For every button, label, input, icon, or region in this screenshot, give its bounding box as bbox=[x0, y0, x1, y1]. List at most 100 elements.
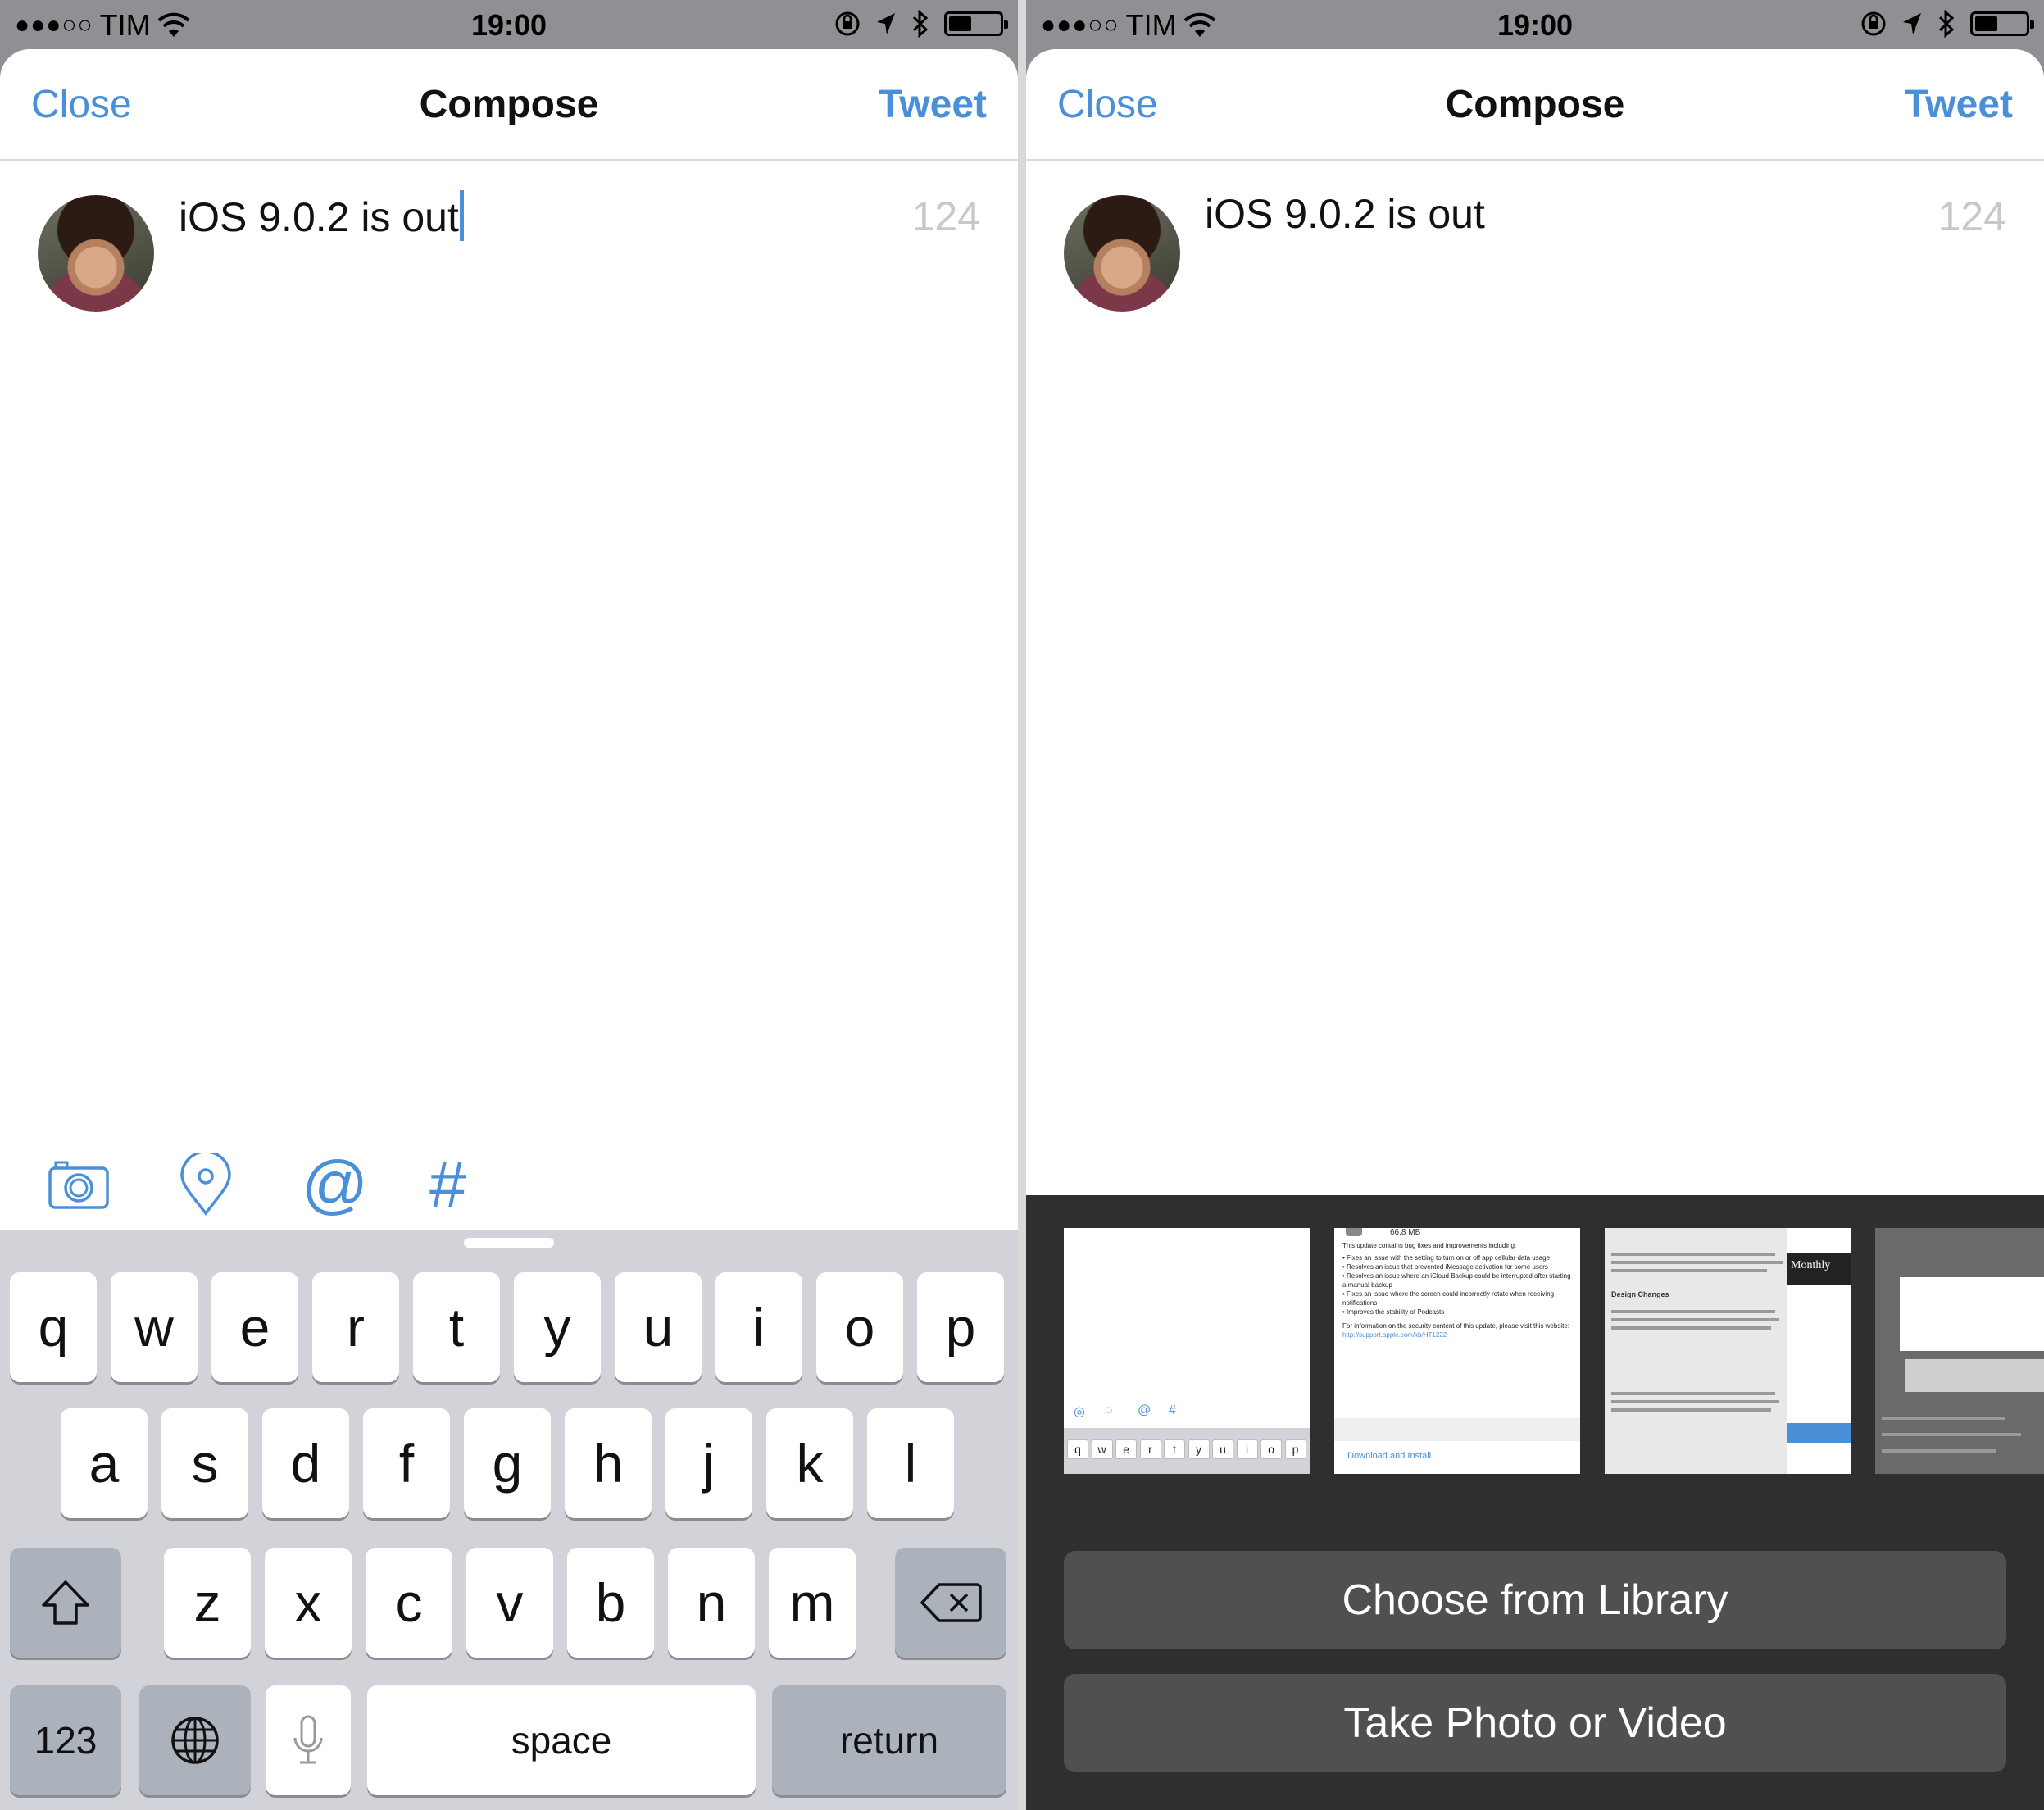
key-n[interactable]: n bbox=[668, 1548, 755, 1658]
thumb-update-bullet: • Improves the stability of Podcasts bbox=[1342, 1307, 1572, 1317]
key-d[interactable]: d bbox=[262, 1408, 349, 1518]
key-s[interactable]: s bbox=[161, 1408, 248, 1518]
thumb-key-p: p bbox=[1284, 1439, 1306, 1459]
key-c[interactable]: c bbox=[366, 1548, 452, 1658]
battery-fill bbox=[949, 16, 971, 31]
location-pin-icon: ◌ bbox=[1105, 1403, 1113, 1417]
dictation-key[interactable] bbox=[266, 1685, 351, 1795]
shift-icon bbox=[42, 1580, 89, 1625]
photo-thumbnail-2[interactable]: 66,8 MB This update contains bug fixes a… bbox=[1334, 1228, 1580, 1474]
phone-screen-left: ●●●○○ TIM 19:00 Close Compose Tweet iOS … bbox=[0, 0, 1018, 1810]
text-line bbox=[1882, 1417, 2005, 1420]
key-o[interactable]: o bbox=[816, 1272, 903, 1382]
tweet-button[interactable]: Tweet bbox=[879, 82, 987, 127]
key-l[interactable]: l bbox=[867, 1408, 954, 1518]
text-line bbox=[1611, 1400, 1779, 1403]
thumb-update-bullet-text: Fixes an issue with the setting to turn … bbox=[1347, 1254, 1551, 1262]
photo-picker-panel: ◎ ◌ @ # qwertyuiop 66,8 MB This update c… bbox=[1026, 1195, 2044, 1810]
tweet-text-input[interactable]: iOS 9.0.2 is out bbox=[1205, 190, 1485, 238]
key-w[interactable]: w bbox=[111, 1272, 198, 1382]
thumb-key-w: w bbox=[1091, 1439, 1113, 1459]
key-p[interactable]: p bbox=[917, 1272, 1004, 1382]
thumb-download-link: Download and Install bbox=[1347, 1451, 1432, 1461]
shift-key[interactable] bbox=[10, 1548, 121, 1658]
hashtag-icon[interactable]: # bbox=[429, 1148, 466, 1221]
backspace-icon bbox=[920, 1583, 982, 1622]
key-f[interactable]: f bbox=[363, 1408, 450, 1518]
text-line bbox=[1611, 1269, 1767, 1272]
text-line bbox=[1611, 1261, 1783, 1264]
key-m[interactable]: m bbox=[769, 1548, 856, 1658]
text-line bbox=[1882, 1433, 2021, 1436]
key-v[interactable]: v bbox=[466, 1548, 553, 1658]
text-line bbox=[1611, 1310, 1775, 1313]
battery-icon bbox=[1970, 11, 2034, 36]
key-y[interactable]: y bbox=[514, 1272, 601, 1382]
choose-from-library-button[interactable]: Choose from Library bbox=[1064, 1551, 2006, 1649]
avatar bbox=[38, 195, 154, 312]
bluetooth-icon bbox=[912, 10, 929, 38]
nav-bar: Close Compose Tweet bbox=[1026, 49, 2044, 161]
key-z[interactable]: z bbox=[164, 1548, 251, 1658]
thumb-key-y: y bbox=[1188, 1439, 1210, 1459]
thumb-update-bullets: • Fixes an issue with the setting to tur… bbox=[1342, 1253, 1572, 1317]
thumb-app-tabbar bbox=[1787, 1423, 1851, 1443]
photo-thumbnail-3[interactable]: Design Changes Monthly bbox=[1605, 1228, 1851, 1474]
page-title: Compose bbox=[1445, 83, 1625, 126]
key-r[interactable]: r bbox=[312, 1272, 399, 1382]
location-pin-icon[interactable] bbox=[179, 1148, 233, 1221]
camera-icon[interactable] bbox=[48, 1148, 110, 1221]
key-g[interactable]: g bbox=[464, 1408, 551, 1518]
battery-icon bbox=[944, 11, 1008, 36]
location-arrow-icon bbox=[877, 13, 895, 34]
thumb-update-bullet-text: Resolves an issue where an iCloud Backup… bbox=[1342, 1272, 1571, 1289]
numbers-key[interactable]: 123 bbox=[10, 1685, 121, 1795]
thumb-update-bullet-text: Improves the stability of Podcasts bbox=[1347, 1308, 1445, 1316]
globe-icon bbox=[171, 1717, 219, 1764]
key-x[interactable]: x bbox=[265, 1548, 352, 1658]
character-count: 124 bbox=[1937, 193, 2006, 239]
key-b[interactable]: b bbox=[567, 1548, 654, 1658]
status-icons bbox=[834, 10, 1008, 38]
text-line bbox=[1882, 1449, 1996, 1453]
at-icon[interactable]: @ bbox=[302, 1148, 368, 1221]
thumb-update-bullet: • Fixes an issue where the screen could … bbox=[1342, 1289, 1572, 1307]
tweet-text-input[interactable]: iOS 9.0.2 is out bbox=[179, 190, 464, 241]
key-t[interactable]: t bbox=[413, 1272, 500, 1382]
key-j[interactable]: j bbox=[665, 1408, 752, 1518]
thumb-update-bullet: • Fixes an issue with the setting to tur… bbox=[1342, 1253, 1572, 1262]
thumb-update-link: http://support.apple.com/kb/HT1222 bbox=[1342, 1331, 1447, 1339]
key-q[interactable]: q bbox=[10, 1272, 97, 1382]
tweet-text-value: iOS 9.0.2 is out bbox=[1205, 191, 1485, 237]
thumb-key-o: o bbox=[1260, 1439, 1282, 1459]
tweet-button[interactable]: Tweet bbox=[1905, 82, 2013, 127]
thumb-update-bullet: • Resolves an issue that prevented iMess… bbox=[1342, 1262, 1572, 1271]
key-a[interactable]: a bbox=[61, 1408, 148, 1518]
thumb-update-size: 66,8 MB bbox=[1390, 1228, 1421, 1237]
space-key[interactable]: space bbox=[367, 1685, 756, 1795]
phone-screen-right: ●●●○○ TIM 19:00 Close Compose Tweet iOS … bbox=[1026, 0, 2044, 1810]
delete-key[interactable] bbox=[895, 1548, 1006, 1658]
thumb-key-r: r bbox=[1139, 1439, 1161, 1459]
bluetooth-icon bbox=[1938, 10, 1955, 38]
status-bar: ●●●○○ TIM 19:00 bbox=[1026, 0, 2044, 49]
thumb-update-bullet-text: Fixes an issue where the screen could in… bbox=[1342, 1290, 1555, 1307]
keyboard: qwertyuiop asdfghjkl zxcvbnm 123 space r… bbox=[0, 1230, 1018, 1810]
thumb-article-heading: Design Changes bbox=[1611, 1290, 1669, 1298]
key-h[interactable]: h bbox=[565, 1408, 652, 1518]
keyboard-handle[interactable] bbox=[464, 1238, 554, 1248]
settings-icon bbox=[1346, 1228, 1362, 1236]
key-k[interactable]: k bbox=[766, 1408, 853, 1518]
globe-key[interactable] bbox=[139, 1685, 251, 1795]
thumb-photo-strip bbox=[1905, 1359, 2044, 1392]
take-photo-or-video-button[interactable]: Take Photo or Video bbox=[1064, 1674, 2006, 1772]
thumb-key-i: i bbox=[1236, 1439, 1258, 1459]
return-key[interactable]: return bbox=[772, 1685, 1006, 1795]
thumb-toolbar: ◎ ◌ @ # bbox=[1064, 1403, 1310, 1420]
key-u[interactable]: u bbox=[615, 1272, 702, 1382]
status-icons bbox=[1860, 10, 2034, 38]
key-e[interactable]: e bbox=[211, 1272, 298, 1382]
photo-thumbnail-4[interactable] bbox=[1875, 1228, 2044, 1474]
key-i[interactable]: i bbox=[715, 1272, 802, 1382]
photo-thumbnail-1[interactable]: ◎ ◌ @ # qwertyuiop bbox=[1064, 1228, 1310, 1474]
